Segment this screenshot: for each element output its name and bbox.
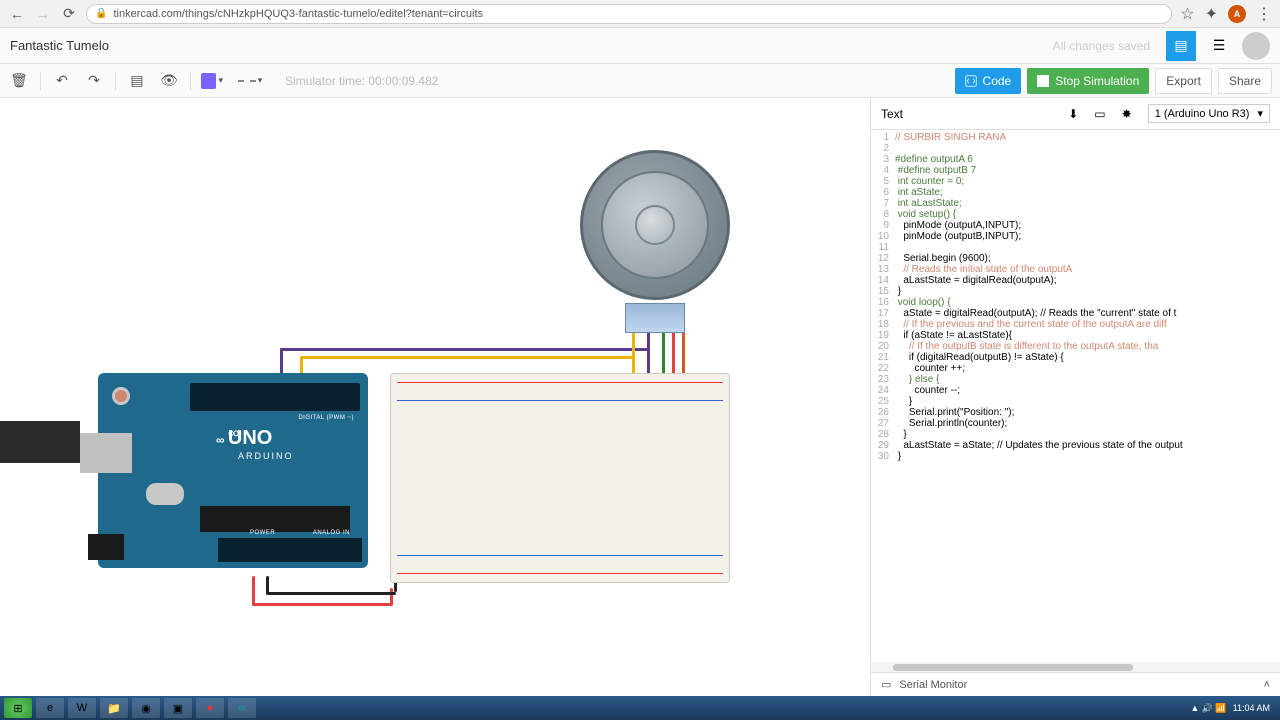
visibility-icon[interactable]: 👁 — [158, 70, 180, 92]
export-button[interactable]: Export — [1155, 68, 1212, 94]
url-text: tinkercad.com/things/cNHzkpHQUQ3-fantast… — [113, 8, 483, 20]
url-bar[interactable]: 🔒 tinkercad.com/things/cNHzkpHQUQ3-fanta… — [86, 4, 1172, 24]
library-icon[interactable]: ▭ — [1094, 107, 1105, 121]
toolbar: 🗑 ↶ ↷ ▤ 👁 ▾ ▾ Simulator time: 00:00:09.4… — [0, 64, 1280, 98]
arduino-uno[interactable]: DIGITAL (PWM ~) ∞ ∞ UNO ARDUINO POWER AN… — [98, 373, 368, 568]
stop-simulation-button[interactable]: Stop Simulation — [1027, 68, 1149, 94]
board-select[interactable]: 1 (Arduino Uno R3)▾ — [1148, 104, 1270, 123]
menu-icon[interactable]: ⋮ — [1256, 4, 1272, 24]
view-list-icon[interactable]: ☰ — [1204, 31, 1234, 61]
project-title[interactable]: Fantastic Tumelo — [10, 38, 109, 53]
usb-cable — [0, 421, 80, 463]
dc-motor-encoder[interactable] — [580, 150, 730, 300]
redo-icon[interactable]: ↷ — [83, 70, 105, 92]
code-button[interactable]: Code — [955, 68, 1022, 94]
power-header — [218, 538, 362, 562]
simulator-time: Simulator time: 00:00:09.482 — [285, 74, 438, 88]
atmega-chip — [200, 506, 350, 532]
ie-icon[interactable]: e — [36, 698, 64, 718]
system-tray[interactable]: ▲ 🔊 📶 11:04 AM — [1190, 703, 1276, 714]
back-icon[interactable]: ← — [8, 5, 26, 23]
chevron-up-icon: ˄ — [1264, 679, 1270, 691]
avatar[interactable] — [1242, 32, 1270, 60]
circuit-canvas[interactable]: DIGITAL (PWM ~) ∞ ∞ UNO ARDUINO POWER AN… — [0, 98, 870, 696]
code-editor[interactable]: 1// SURBIR SINGH RANA23#define outputA 6… — [871, 130, 1280, 662]
arduino-brand: ∞ UNO — [216, 427, 272, 450]
extension-badge[interactable]: A — [1228, 5, 1246, 23]
reload-icon[interactable]: ⟳ — [60, 5, 78, 23]
word-icon[interactable]: W — [68, 698, 96, 718]
save-status: All changes saved — [1053, 39, 1150, 53]
reset-button[interactable] — [112, 387, 130, 405]
horizontal-scrollbar[interactable] — [871, 662, 1280, 672]
clock: 11:04 AM — [1233, 703, 1270, 713]
wire-style-picker[interactable]: ▾ — [233, 70, 267, 92]
explorer-icon[interactable]: 📁 — [100, 698, 128, 718]
serial-icon: ▭ — [881, 678, 891, 691]
extensions-icon[interactable]: ✦ — [1205, 4, 1218, 24]
usb-port — [80, 433, 132, 473]
capacitor — [146, 483, 184, 505]
download-icon[interactable]: ⬇ — [1068, 107, 1078, 121]
stop-icon — [1037, 75, 1049, 87]
power-label: POWER — [250, 530, 275, 536]
breadboard[interactable] — [390, 373, 730, 583]
arduino-sub: ARDUINO — [238, 451, 294, 461]
lock-icon: 🔒 — [95, 8, 107, 19]
start-icon[interactable]: ⊞ — [4, 698, 32, 718]
code-icon — [965, 75, 977, 87]
digital-header — [190, 383, 360, 411]
power-jack — [88, 534, 124, 560]
chevron-down-icon: ▾ — [1257, 107, 1263, 120]
serial-monitor-toggle[interactable]: ▭ Serial Monitor ˄ — [871, 672, 1280, 696]
arduino-ide-icon[interactable]: ∞ — [228, 698, 256, 718]
zoom-icon[interactable]: ▣ — [164, 698, 192, 718]
digital-label: DIGITAL (PWM ~) — [298, 415, 354, 421]
share-button[interactable]: Share — [1218, 68, 1272, 94]
app-header: Fantastic Tumelo All changes saved ▤ ☰ — [0, 28, 1280, 64]
tray-icons[interactable]: ▲ 🔊 📶 — [1190, 703, 1226, 714]
view-circuit-icon[interactable]: ▤ — [1166, 31, 1196, 61]
star-icon[interactable]: ☆ — [1180, 4, 1194, 24]
motor-connector — [625, 303, 685, 333]
forward-icon[interactable]: → — [34, 5, 52, 23]
debug-icon[interactable]: ✸ — [1122, 107, 1132, 121]
undo-icon[interactable]: ↶ — [51, 70, 73, 92]
delete-icon[interactable]: 🗑 — [8, 70, 30, 92]
record-icon[interactable]: ● — [196, 698, 224, 718]
analog-label: ANALOG IN — [313, 530, 350, 536]
chrome-icon[interactable]: ◉ — [132, 698, 160, 718]
windows-taskbar: ⊞ e W 📁 ◉ ▣ ● ∞ ▲ 🔊 📶 11:04 AM — [0, 696, 1280, 720]
notes-icon[interactable]: ▤ — [126, 70, 148, 92]
wire-color-picker[interactable]: ▾ — [201, 70, 223, 92]
browser-chrome: ← → ⟳ 🔒 tinkercad.com/things/cNHzkpHQUQ3… — [0, 0, 1280, 28]
code-panel: Text ⬇ ▭ ✸ 1 (Arduino Uno R3)▾ 1// SURBI… — [870, 98, 1280, 696]
code-mode[interactable]: Text — [881, 107, 903, 121]
